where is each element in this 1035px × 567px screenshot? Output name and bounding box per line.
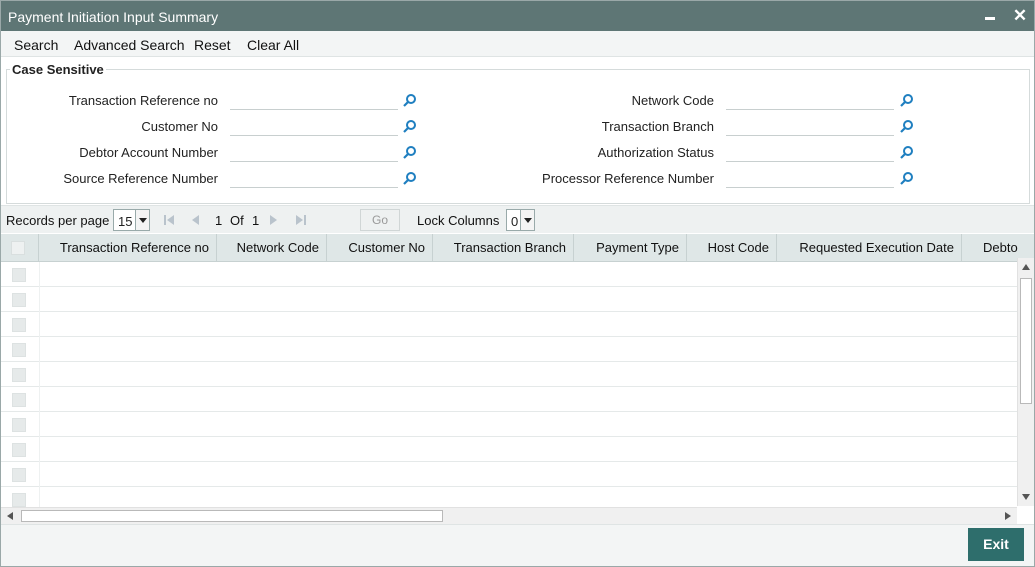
debtor-account-label: Debtor Account Number bbox=[79, 145, 218, 160]
row-checkbox[interactable] bbox=[12, 343, 26, 357]
processor-reference-lookup-icon[interactable] bbox=[900, 171, 914, 185]
row-checkbox[interactable] bbox=[12, 293, 26, 307]
customer-no-lookup-icon[interactable] bbox=[403, 119, 417, 133]
customer-no-label: Customer No bbox=[141, 119, 218, 134]
table-row[interactable] bbox=[1, 312, 1017, 337]
footer-bar bbox=[1, 524, 1034, 566]
of-label: Of bbox=[230, 213, 244, 228]
close-icon[interactable]: ✕ bbox=[1010, 5, 1030, 27]
network-code-lookup-icon[interactable] bbox=[900, 93, 914, 107]
transaction-reference-lookup-icon[interactable] bbox=[403, 93, 417, 107]
select-all-cell bbox=[1, 234, 39, 262]
customer-no-input[interactable] bbox=[230, 115, 398, 136]
grid-header: Transaction Reference no Network Code Cu… bbox=[1, 234, 1034, 262]
network-code-label: Network Code bbox=[631, 93, 714, 108]
source-reference-lookup-icon[interactable] bbox=[403, 171, 417, 185]
pager-toolbar: Records per page 15 1 Of 1 Go Lock Colum… bbox=[1, 205, 1034, 233]
search-button[interactable]: Search bbox=[14, 37, 58, 53]
table-row[interactable] bbox=[1, 437, 1017, 462]
horizontal-scroll-thumb[interactable] bbox=[21, 510, 443, 522]
first-page-icon[interactable] bbox=[163, 215, 175, 225]
transaction-reference-input[interactable] bbox=[230, 89, 398, 110]
previous-page-icon[interactable] bbox=[189, 215, 201, 225]
scroll-down-icon[interactable] bbox=[1022, 494, 1030, 500]
vertical-scrollbar[interactable] bbox=[1017, 258, 1034, 506]
row-checkbox[interactable] bbox=[12, 393, 26, 407]
chevron-down-icon bbox=[135, 210, 149, 230]
transaction-branch-lookup-icon[interactable] bbox=[900, 119, 914, 133]
network-code-input[interactable] bbox=[726, 89, 894, 110]
total-pages: 1 bbox=[252, 213, 260, 228]
debtor-account-lookup-icon[interactable] bbox=[403, 145, 417, 159]
case-sensitive-legend: Case Sensitive bbox=[10, 62, 106, 77]
title-bar: Payment Initiation Input Summary ✕ bbox=[1, 1, 1034, 31]
column-header[interactable]: Requested Execution Date bbox=[777, 234, 962, 262]
table-row[interactable] bbox=[1, 362, 1017, 387]
authorization-status-lookup-icon[interactable] bbox=[900, 145, 914, 159]
minimize-icon[interactable] bbox=[981, 5, 1001, 27]
column-divider bbox=[39, 262, 40, 507]
source-reference-input[interactable] bbox=[230, 167, 398, 188]
column-header[interactable]: Transaction Reference no bbox=[39, 234, 217, 262]
column-header[interactable]: Payment Type bbox=[574, 234, 687, 262]
row-checkbox[interactable] bbox=[12, 443, 26, 457]
clear-all-button[interactable]: Clear All bbox=[247, 37, 299, 53]
exit-button[interactable]: Exit bbox=[968, 528, 1024, 561]
column-header[interactable]: Host Code bbox=[687, 234, 777, 262]
table-row[interactable] bbox=[1, 462, 1017, 487]
lock-columns-value: 0 bbox=[511, 214, 519, 229]
go-button[interactable]: Go bbox=[360, 209, 400, 231]
next-page-icon[interactable] bbox=[268, 215, 280, 225]
table-row[interactable] bbox=[1, 337, 1017, 362]
source-reference-label: Source Reference Number bbox=[63, 171, 218, 186]
scroll-up-icon[interactable] bbox=[1022, 264, 1030, 270]
transaction-branch-label: Transaction Branch bbox=[601, 119, 714, 134]
reset-button[interactable]: Reset bbox=[194, 37, 231, 53]
transaction-reference-label: Transaction Reference no bbox=[68, 93, 218, 108]
processor-reference-label: Processor Reference Number bbox=[542, 171, 714, 186]
vertical-scroll-thumb[interactable] bbox=[1020, 278, 1032, 404]
column-header[interactable]: Customer No bbox=[327, 234, 433, 262]
lock-columns-select[interactable]: 0 bbox=[506, 209, 535, 231]
row-checkbox[interactable] bbox=[12, 318, 26, 332]
table-row[interactable] bbox=[1, 262, 1017, 287]
scroll-right-icon[interactable] bbox=[1005, 512, 1011, 520]
row-checkbox[interactable] bbox=[12, 268, 26, 282]
current-page: 1 bbox=[215, 213, 223, 228]
row-checkbox[interactable] bbox=[12, 493, 26, 507]
horizontal-scrollbar[interactable] bbox=[1, 507, 1017, 524]
scroll-left-icon[interactable] bbox=[7, 512, 13, 520]
debtor-account-input[interactable] bbox=[230, 141, 398, 162]
table-row[interactable] bbox=[1, 412, 1017, 437]
records-per-page-value: 15 bbox=[118, 214, 133, 229]
column-header[interactable]: Network Code bbox=[217, 234, 327, 262]
authorization-status-input[interactable] bbox=[726, 141, 894, 162]
select-all-checkbox[interactable] bbox=[11, 241, 25, 255]
transaction-branch-input[interactable] bbox=[726, 115, 894, 136]
records-per-page-select[interactable]: 15 bbox=[113, 209, 150, 231]
results-grid: Transaction Reference no Network Code Cu… bbox=[1, 234, 1034, 524]
authorization-status-label: Authorization Status bbox=[597, 145, 714, 160]
lock-columns-label: Lock Columns bbox=[417, 213, 500, 228]
records-per-page-label: Records per page bbox=[6, 213, 110, 228]
window-title: Payment Initiation Input Summary bbox=[8, 9, 219, 25]
processor-reference-input[interactable] bbox=[726, 167, 894, 188]
column-header[interactable]: Transaction Branch bbox=[433, 234, 574, 262]
chevron-down-icon bbox=[520, 210, 534, 230]
row-checkbox[interactable] bbox=[12, 468, 26, 482]
advanced-search-button[interactable]: Advanced Search bbox=[74, 37, 185, 53]
row-checkbox[interactable] bbox=[12, 418, 26, 432]
row-checkbox[interactable] bbox=[12, 368, 26, 382]
table-row[interactable] bbox=[1, 287, 1017, 312]
summary-window: Payment Initiation Input Summary ✕ Searc… bbox=[0, 0, 1035, 567]
menu-bar: Search Advanced Search Reset Clear All bbox=[1, 31, 1034, 57]
table-row[interactable] bbox=[1, 387, 1017, 412]
last-page-icon[interactable] bbox=[295, 215, 307, 225]
